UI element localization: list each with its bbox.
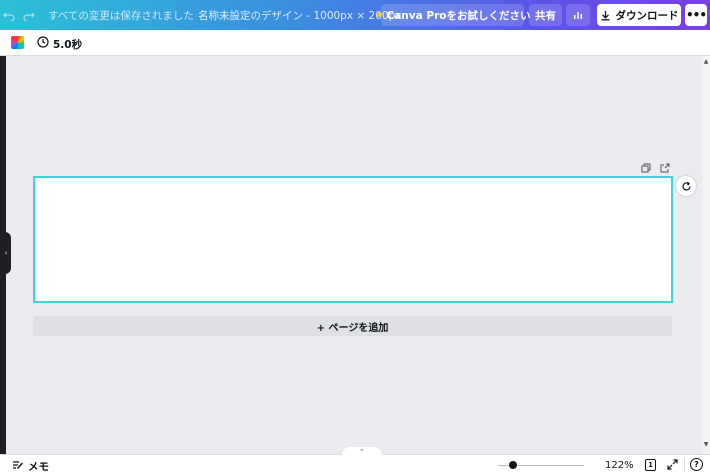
bottom-bar: [0, 454, 710, 476]
insights-icon: [574, 12, 582, 19]
save-status: すべての変更は保存されました: [48, 10, 194, 22]
more-options-button[interactable]: •••: [685, 4, 707, 26]
top-bar: すべての変更は保存されました 名称未設定のデザイン - 1000px × 200…: [0, 0, 710, 30]
duplicate-page-icon[interactable]: [639, 162, 653, 174]
star-icon: ★: [374, 9, 384, 21]
fullscreen-icon[interactable]: [667, 459, 678, 473]
help-icon[interactable]: ?: [690, 458, 703, 471]
download-button[interactable]: ダウンロード: [597, 4, 681, 26]
side-panel-toggle[interactable]: ‹: [1, 232, 11, 274]
vertical-scrollbar[interactable]: [702, 56, 710, 454]
scroll-down-icon[interactable]: ▼: [702, 441, 710, 449]
notes-expand-tab[interactable]: ⌃: [342, 447, 382, 456]
timer-label[interactable]: 5.0秒: [53, 37, 82, 52]
chevron-left-icon: ‹: [4, 249, 8, 257]
page-count-button[interactable]: 1: [645, 459, 656, 471]
download-icon: [601, 10, 609, 20]
try-canva-pro-button[interactable]: ★ Canva Proをお試しください: [375, 4, 530, 26]
notes-icon[interactable]: [12, 460, 24, 473]
editor-toolbar: [0, 30, 710, 56]
design-title[interactable]: 名称未設定のデザイン - 1000px × 200px: [198, 8, 401, 23]
download-label: ダウンロード: [615, 9, 679, 22]
add-page-icon[interactable]: [658, 162, 672, 174]
chevron-up-icon: ⌃: [359, 447, 365, 456]
refresh-icon: [681, 181, 691, 190]
color-swatch[interactable]: [11, 36, 24, 49]
rotate-page-button[interactable]: [676, 176, 696, 196]
notes-label[interactable]: メモ: [28, 459, 49, 474]
share-button[interactable]: 共有: [529, 4, 562, 26]
add-page-button[interactable]: + ページを追加: [33, 316, 672, 336]
redo-icon[interactable]: [20, 6, 38, 24]
clock-icon[interactable]: [37, 36, 49, 51]
try-canva-pro-label: Canva Proをお試しください: [386, 9, 531, 22]
scroll-up-icon[interactable]: ▲: [702, 58, 710, 66]
zoom-level[interactable]: 122%: [605, 460, 634, 471]
undo-icon[interactable]: [0, 6, 18, 24]
design-page[interactable]: [33, 176, 673, 303]
insights-button[interactable]: [566, 4, 590, 26]
divider: [684, 458, 685, 471]
